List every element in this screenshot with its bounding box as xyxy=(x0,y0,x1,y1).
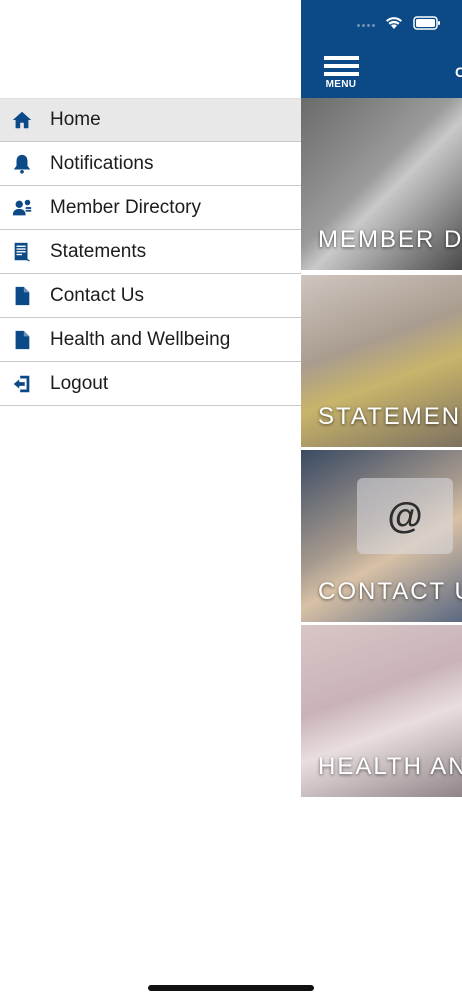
tile-label: MEMBER D xyxy=(318,226,462,253)
drawer-item-logout[interactable]: Logout xyxy=(0,362,301,406)
drawer-item-label: Notifications xyxy=(50,152,154,174)
drawer-item-label: Home xyxy=(50,109,101,130)
app-header: MENU C xyxy=(301,0,462,98)
hamburger-bar xyxy=(323,72,359,76)
wifi-icon xyxy=(385,16,403,35)
navigation-drawer: Home Notifications Member Directory Stat… xyxy=(0,0,301,1000)
drawer-item-label: Logout xyxy=(50,372,109,394)
drawer-item-label: Health and Wellbeing xyxy=(50,328,231,350)
at-sign-icon: @ xyxy=(357,478,453,554)
drawer-item-label: Member Directory xyxy=(50,196,201,218)
member-directory-icon xyxy=(10,196,34,220)
document-icon xyxy=(10,284,34,308)
home-indicator xyxy=(148,985,314,991)
home-icon xyxy=(10,108,34,132)
drawer-item-contact-us[interactable]: Contact Us xyxy=(0,274,301,318)
tile-contact-us[interactable]: @ CONTACT U xyxy=(301,450,462,622)
drawer-item-statements[interactable]: Statements xyxy=(0,230,301,274)
drawer-item-notifications[interactable]: Notifications xyxy=(0,142,301,186)
logout-icon xyxy=(10,372,34,396)
tile-health-and-wellbeing[interactable]: HEALTH AN xyxy=(301,625,462,797)
statements-icon xyxy=(10,240,34,264)
drawer-item-label: Contact Us xyxy=(50,284,144,306)
cellular-signal-icon xyxy=(357,24,375,27)
hamburger-icon xyxy=(323,56,359,60)
main-app-panel: MENU C MEMBER D STATEMEN @ CONTACT U HEA… xyxy=(301,0,462,1000)
bell-icon xyxy=(10,152,34,176)
drawer-item-home[interactable]: Home xyxy=(0,98,301,142)
tile-member-directory[interactable]: MEMBER D xyxy=(301,98,462,270)
menu-button-label: MENU xyxy=(325,79,357,90)
document-icon xyxy=(10,328,34,352)
tile-label: STATEMEN xyxy=(318,403,462,430)
tile-statements[interactable]: STATEMEN xyxy=(301,275,462,447)
battery-icon xyxy=(413,16,441,35)
drawer-item-label: Statements xyxy=(50,240,147,262)
drawer-menu-list: Home Notifications Member Directory Stat… xyxy=(0,98,301,406)
tile-label: CONTACT U xyxy=(318,578,462,605)
drawer-item-health-and-wellbeing[interactable]: Health and Wellbeing xyxy=(0,318,301,362)
menu-button[interactable]: MENU xyxy=(322,56,360,92)
header-title: C xyxy=(455,64,462,80)
tile-label: HEALTH AN xyxy=(318,753,462,780)
hamburger-bar xyxy=(323,64,359,68)
status-bar xyxy=(357,16,441,35)
drawer-item-member-directory[interactable]: Member Directory xyxy=(0,186,301,230)
